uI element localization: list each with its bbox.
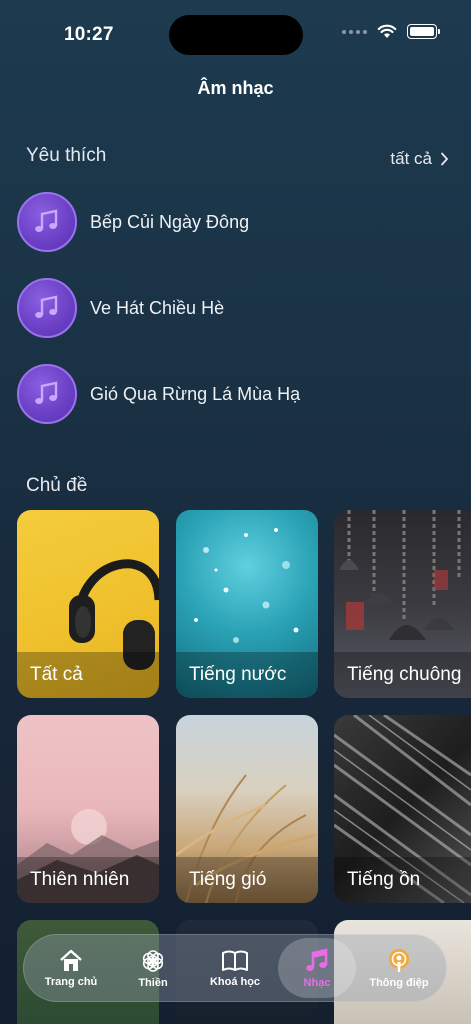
favorite-item-label: Bếp Củi Ngày Đông — [90, 211, 250, 232]
music-note-icon — [17, 278, 77, 338]
topic-card-water[interactable]: Tiếng nước — [176, 510, 318, 698]
topic-label: Tiếng nước — [176, 652, 318, 698]
topic-card-wind[interactable]: Tiếng gió — [176, 715, 318, 903]
topic-card-all[interactable]: Tất cả — [17, 510, 159, 698]
home-icon — [60, 949, 82, 971]
status-bar: 10:27 — [0, 0, 471, 70]
favorite-item[interactable]: Gió Qua Rừng Lá Mùa Hạ — [17, 364, 457, 424]
favorite-item-label: Ve Hát Chiều Hè — [90, 297, 225, 318]
book-icon — [222, 950, 248, 971]
music-note-icon — [17, 192, 77, 252]
page-title: Âm nhạc — [197, 78, 274, 98]
favorites-section-title: Yêu thích — [26, 145, 107, 166]
tab-home[interactable]: Trang chủ — [32, 938, 110, 998]
topic-card-nature[interactable]: Thiên nhiên — [17, 715, 159, 903]
tab-label: Thông điệp — [369, 976, 429, 989]
dynamic-island — [169, 15, 303, 55]
podcast-icon — [389, 948, 409, 972]
topic-label: Tiếng chuông — [334, 652, 471, 698]
topics-section-title: Chủ đề — [26, 475, 88, 496]
chevron-right-icon — [441, 152, 449, 166]
tab-label: Khoá học — [209, 975, 261, 988]
tab-label: Nhạc — [303, 976, 331, 989]
tab-meditation[interactable]: Thiền — [114, 938, 192, 998]
tab-music[interactable]: Nhạc — [278, 938, 356, 998]
topic-card-noise[interactable]: Tiếng ồn — [334, 715, 471, 903]
music-note-icon — [17, 364, 77, 424]
favorite-item[interactable]: Bếp Củi Ngày Đông — [17, 192, 457, 252]
wifi-icon — [377, 24, 397, 38]
topic-card-bells[interactable]: Tiếng chuông — [334, 510, 471, 698]
status-time: 10:27 — [64, 24, 114, 45]
music-note-icon — [306, 947, 328, 971]
topic-label: Thiên nhiên — [17, 857, 159, 903]
topic-label: Tiếng gió — [176, 857, 318, 903]
tab-messages[interactable]: Thông điệp — [360, 938, 438, 998]
status-indicators — [342, 24, 440, 39]
battery-icon — [407, 24, 440, 39]
tab-bar: Trang chủ Thiền Khoá học Nhạc Thông điệp — [23, 934, 447, 1002]
topic-label: Tiếng ồn — [334, 857, 471, 903]
see-all-link[interactable]: tất cả — [390, 149, 449, 169]
tab-label: Thiền — [138, 976, 168, 989]
tab-label: Trang chủ — [44, 975, 98, 988]
tab-courses[interactable]: Khoá học — [196, 938, 274, 998]
topic-label: Tất cả — [17, 652, 159, 698]
favorite-item[interactable]: Ve Hát Chiều Hè — [17, 278, 457, 338]
cellular-signal-icon — [342, 29, 367, 34]
favorite-item-label: Gió Qua Rừng Lá Mùa Hạ — [90, 383, 301, 404]
lotus-icon — [142, 949, 164, 972]
see-all-label: tất cả — [390, 149, 432, 168]
